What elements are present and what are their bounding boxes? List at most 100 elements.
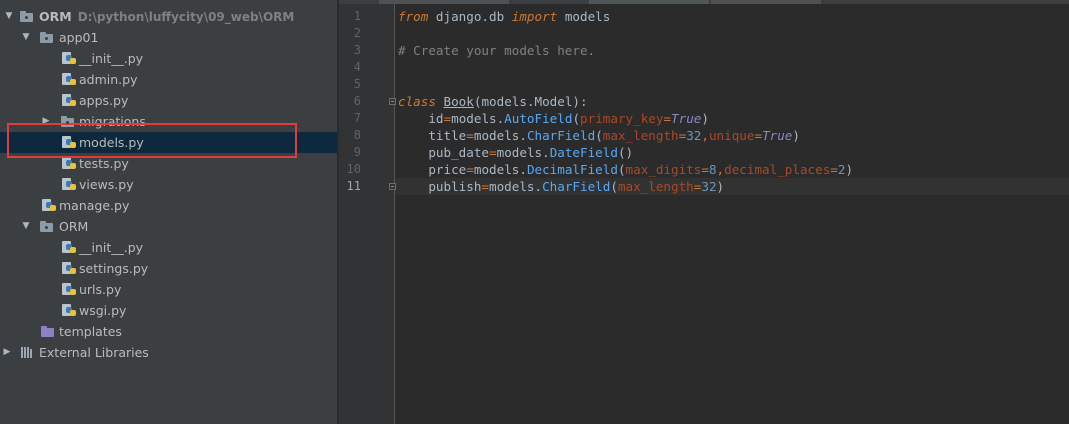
tree-item-label: app01 — [59, 30, 99, 45]
tree-item-label: models.py — [79, 135, 144, 150]
keyword-import: import — [511, 9, 558, 24]
folder-icon — [40, 31, 54, 44]
tree-item-wsgi[interactable]: wsgi.py — [0, 300, 337, 321]
tree-item-views[interactable]: views.py — [0, 174, 337, 195]
paren: ( — [572, 111, 581, 126]
code-editor[interactable] — [395, 4, 1069, 424]
python-file-icon — [42, 199, 56, 212]
code-line-10: price=models.DecimalField(max_digits=8,d… — [398, 161, 853, 178]
chevron-down-icon[interactable]: ▼ — [20, 216, 32, 237]
line-number: 5 — [353, 77, 361, 91]
tree-item-label: ORM — [59, 219, 89, 234]
field-name: publish — [428, 179, 482, 194]
code-line-8: title=models.CharField(max_length=32,uni… — [398, 127, 800, 144]
tree-item-settings[interactable]: settings.py — [0, 258, 337, 279]
fold-toggle-icon[interactable] — [389, 98, 396, 105]
tree-item-label: settings.py — [79, 261, 149, 276]
python-file-icon — [62, 283, 76, 296]
tree-item-root-orm[interactable]: ▼ ORM D:\python\luffycity\09_web\ORM — [0, 6, 337, 27]
keyword-from: from — [398, 9, 429, 24]
tree-item-models[interactable]: models.py — [0, 132, 337, 153]
project-path: D:\python\luffycity\09_web\ORM — [77, 10, 295, 24]
line-number: 1 — [353, 9, 361, 23]
tree-item-migrations[interactable]: ▶ migrations — [0, 111, 337, 132]
tree-item-label: admin.py — [79, 72, 138, 87]
field-type: CharField — [542, 179, 611, 194]
operator: = — [481, 179, 490, 194]
line-number: 2 — [353, 26, 361, 40]
library-icon — [21, 346, 35, 359]
tree-item-label: wsgi.py — [79, 303, 127, 318]
python-file-icon — [62, 52, 76, 65]
line-number-current: 11 — [346, 179, 361, 193]
tree-item-templates[interactable]: templates — [0, 321, 337, 342]
tree-item-label: apps.py — [79, 93, 129, 108]
operator: = — [754, 128, 763, 143]
field-name: id — [428, 111, 444, 126]
class-base: (models.Model): — [473, 94, 588, 109]
field-name: title — [428, 128, 467, 143]
fold-toggle-icon[interactable] — [389, 183, 396, 190]
chevron-right-icon[interactable]: ▶ — [40, 111, 52, 132]
tree-item-manage[interactable]: manage.py — [0, 195, 337, 216]
comma: , — [701, 128, 709, 143]
project-name: ORM — [39, 9, 72, 24]
tree-item-orm-init[interactable]: __init__.py — [0, 237, 337, 258]
python-file-icon — [62, 304, 76, 317]
python-file-icon — [62, 262, 76, 275]
tree-item-app01[interactable]: ▼ app01 — [0, 27, 337, 48]
import-name: models — [557, 9, 611, 24]
tree-item-tests[interactable]: tests.py — [0, 153, 337, 174]
chevron-down-icon[interactable]: ▼ — [20, 27, 32, 48]
keyword-class: class — [398, 94, 436, 109]
python-file-icon — [62, 241, 76, 254]
paren: ( — [617, 162, 626, 177]
comma: , — [716, 162, 725, 177]
tree-item-root-label: ORM D:\python\luffycity\09_web\ORM — [39, 6, 294, 28]
python-file-icon — [62, 157, 76, 170]
python-file-icon — [62, 94, 76, 107]
field-type: DateField — [549, 145, 618, 160]
tree-item-orm-package[interactable]: ▼ ORM — [0, 216, 337, 237]
tree-item-label: urls.py — [79, 282, 122, 297]
operator: = — [830, 162, 838, 177]
module-name: django.db — [428, 9, 512, 24]
line-number: 10 — [346, 162, 361, 176]
operator: = — [466, 128, 474, 143]
tree-item-label: __init__.py — [79, 240, 144, 255]
chevron-down-icon[interactable]: ▼ — [3, 6, 15, 27]
tree-item-apps[interactable]: apps.py — [0, 90, 337, 111]
param-name: max_length — [617, 179, 694, 194]
project-tree: ▼ ORM D:\python\luffycity\09_web\ORM ▼ ap… — [0, 0, 337, 424]
param-value: 32 — [686, 128, 702, 143]
folder-icon — [40, 220, 54, 233]
paren: () — [617, 145, 634, 160]
paren: ( — [595, 128, 603, 143]
param-value: True — [671, 111, 702, 126]
line-number: 3 — [353, 43, 361, 57]
field-name: price — [428, 162, 467, 177]
object-ref: models. — [496, 145, 550, 160]
tree-item-external-libraries[interactable]: ▶ External Libraries — [0, 342, 337, 363]
param-name: max_length — [602, 128, 679, 143]
field-type: DecimalField — [526, 162, 618, 177]
tree-item-admin[interactable]: admin.py — [0, 69, 337, 90]
param-name: max_digits — [625, 162, 702, 177]
paren: ) — [701, 111, 709, 126]
tree-item-urls[interactable]: urls.py — [0, 279, 337, 300]
python-file-icon — [62, 73, 76, 86]
tree-item-app01-init[interactable]: __init__.py — [0, 48, 337, 69]
chevron-right-icon[interactable]: ▶ — [1, 342, 13, 363]
paren: ) — [845, 162, 854, 177]
folder-icon — [20, 10, 34, 23]
object-ref: models. — [489, 179, 543, 194]
code-line-3: # Create your models here. — [398, 42, 595, 59]
line-number: 4 — [353, 60, 361, 74]
line-number: 6 — [353, 94, 361, 108]
paren: ) — [792, 128, 800, 143]
python-file-icon — [62, 136, 76, 149]
param-value: 8 — [708, 162, 717, 177]
operator: = — [443, 111, 452, 126]
